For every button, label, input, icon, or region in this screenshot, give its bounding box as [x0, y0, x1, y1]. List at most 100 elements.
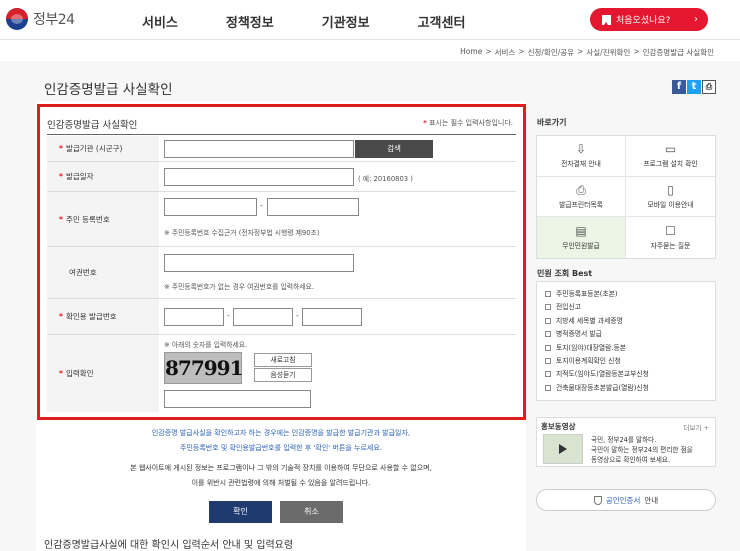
- logo-text: 정부24: [33, 12, 75, 28]
- quick-label: 무인민원발급: [562, 242, 600, 251]
- passport-hint: ※ 주민등록번호가 없는 경우 여권번호를 입력하세요.: [164, 283, 314, 291]
- issuer-label: * 발급기관 (시군구): [47, 136, 159, 161]
- issue-date-hint: ( 예: 20160803 ): [358, 175, 413, 183]
- refresh-captcha-button[interactable]: 새로고침: [254, 353, 312, 367]
- quick-mobile-guide[interactable]: ▯ 모바일 이용안내: [626, 177, 715, 218]
- list-item[interactable]: 건축물대장등초본발급(열람)신청: [545, 382, 707, 395]
- captcha-input[interactable]: [164, 390, 311, 408]
- captcha-hint: ※ 아래의 숫자를 입력하세요.: [164, 341, 248, 349]
- breadcrumb-bar: Home > 서비스 > 신청/확인/공유 > 사실/진위확인 > 인감증명발급…: [0, 44, 740, 60]
- kiosk-icon: ▤: [575, 224, 587, 239]
- quick-program-check[interactable]: ▭ 프로그램 설치 확인: [626, 136, 715, 177]
- best-title: 민원 조회 Best: [537, 269, 593, 278]
- confirm-button[interactable]: 확인: [209, 501, 272, 523]
- top-header: 정부24 서비스 정책정보 기관정보 고객센터 처음오셨나요? ›: [0, 0, 740, 40]
- guide-title: 인감증명발급사실에 대한 확인시 입력순서 안내 및 입력요령: [44, 540, 294, 551]
- dash: -: [227, 311, 230, 320]
- passport-label: 여권번호: [47, 247, 159, 298]
- bookmark-icon: [602, 14, 611, 25]
- sidebar: 바로가기 ⇩ 전자결재 안내 ▭ 프로그램 설치 확인 ⎙ 발급프린터목록 ▯ 모바일 …: [534, 101, 720, 551]
- breadcrumb-separator: >: [518, 47, 525, 56]
- quick-label: 전자결재 안내: [561, 160, 601, 169]
- share-buttons: f t ⎙: [672, 80, 716, 94]
- confirm-no-input-2[interactable]: [233, 308, 293, 326]
- issuer-row: * 발급기관 (시군구) 검색: [47, 136, 516, 162]
- quick-printer-list[interactable]: ⎙ 발급프린터목록: [537, 176, 626, 218]
- monitor-icon: ▭: [664, 142, 677, 157]
- nav-services[interactable]: 서비스: [142, 12, 178, 31]
- breadcrumb-separator: >: [633, 47, 640, 56]
- print-icon[interactable]: ⎙: [702, 80, 716, 94]
- issue-date-input[interactable]: [164, 168, 354, 186]
- captcha-label: * 입력확인: [47, 335, 159, 412]
- confirm-no-row: * 확인용 발급번호 - -: [47, 299, 516, 335]
- breadcrumb-apply[interactable]: 신청/확인/공유: [528, 47, 574, 58]
- quick-links: ⇩ 전자결재 안내 ▭ 프로그램 설치 확인 ⎙ 발급프린터목록 ▯ 모바일 이용안내 …: [536, 135, 716, 259]
- resident-no-label: * 주민 등록번호: [47, 192, 159, 246]
- twitter-icon[interactable]: t: [687, 80, 701, 94]
- breadcrumb-services[interactable]: 서비스: [495, 47, 516, 58]
- notice-line-1: 인감증명 발급사실을 확인하고자 하는 경우에는 인감증명을 발급한 발급기관과…: [151, 429, 411, 437]
- facebook-icon[interactable]: f: [672, 80, 686, 94]
- notice-line-2: 주민등록번호 및 확인용발급번호를 입력한 후 '확인' 버튼을 누르세요.: [180, 444, 382, 452]
- promo-text-line: 동영상으로 확인하여 보세요.: [591, 456, 671, 464]
- resident-no-front-input[interactable]: [164, 198, 257, 216]
- dash: -: [296, 311, 299, 320]
- passport-input[interactable]: [164, 254, 354, 272]
- confirm-no-input-3[interactable]: [302, 308, 362, 326]
- best-list: 주민등록표등본(초본) 전입신고 지방세 세목별 과세증명 병적증명서 발급 토…: [536, 281, 716, 401]
- list-item[interactable]: 지방세 세목별 과세증명: [545, 315, 707, 328]
- list-item[interactable]: 병적증명서 발급: [545, 328, 707, 341]
- list-item[interactable]: 전입신고: [545, 301, 707, 314]
- nav-customer-center[interactable]: 고객센터: [418, 12, 466, 31]
- promo-more-link[interactable]: 더보기 +: [684, 422, 709, 432]
- promo-text-line: 국민, 정부24를 말하다.: [591, 436, 657, 444]
- taegeuk-logo-icon: [6, 8, 28, 30]
- list-item[interactable]: 토지(임야)대장열람.등본: [545, 342, 707, 355]
- required-note: * 표시는 필수 입력사항입니다.: [423, 118, 513, 128]
- issue-date-label: * 발급일자: [47, 162, 159, 191]
- breadcrumb-separator: >: [485, 47, 492, 56]
- issue-date-row: * 발급일자 ( 예: 20160803 ): [47, 162, 516, 192]
- captcha-image: 877991: [164, 352, 244, 384]
- quick-faq[interactable]: ☐ 자주묻는 질문: [626, 217, 715, 258]
- chat-icon: ☐: [665, 224, 676, 239]
- gov24-logo[interactable]: 정부24: [6, 8, 75, 30]
- audio-captcha-button[interactable]: 음성듣기: [254, 368, 312, 382]
- first-visit-button[interactable]: 처음오셨나요? ›: [590, 8, 708, 31]
- printer-icon: ⎙: [576, 182, 586, 197]
- resident-no-hint: ※ 주민등록번호 수집근거 (전자정부법 시행령 제90조): [164, 229, 320, 237]
- chevron-right-icon: ›: [694, 14, 698, 25]
- promo-text: 국민, 정부24를 말하다. 국민이 말하는 정부24의 편리한 점을 동영상으…: [591, 435, 693, 465]
- first-visit-label: 처음오셨나요?: [616, 16, 671, 26]
- video-thumbnail[interactable]: [543, 434, 583, 464]
- breadcrumb-home[interactable]: Home: [460, 47, 482, 58]
- resident-no-row: * 주민 등록번호 - ※ 주민등록번호 수집근거 (전자정부법 시행령 제90조…: [47, 192, 516, 247]
- certificate-guide-button[interactable]: 공인인증서 안내: [536, 489, 716, 511]
- page-header: 인감증명발급 사실확인 f t ⎙: [0, 61, 740, 101]
- list-item[interactable]: 토지이용계획확인 신청: [545, 355, 707, 368]
- quick-kiosk[interactable]: ▤ 무인민원발급: [537, 217, 626, 258]
- promo-text-line: 국민이 말하는 정부24의 편리한 점을: [591, 446, 693, 454]
- quick-label: 발급프린터목록: [559, 200, 603, 209]
- nav-policy[interactable]: 정책정보: [226, 12, 274, 31]
- passport-row: 여권번호 ※ 주민등록번호가 없는 경우 여권번호를 입력하세요.: [47, 247, 516, 299]
- breadcrumb-separator: >: [577, 47, 584, 56]
- issuer-input[interactable]: [164, 140, 354, 158]
- legal-notice-line-2: 이를 위반시 관련법령에 의해 처벌될 수 있음을 알려드립니다.: [191, 479, 371, 487]
- nav-agency[interactable]: 기관정보: [322, 12, 370, 31]
- quick-payment-guide[interactable]: ⇩ 전자결재 안내: [537, 136, 626, 177]
- verification-form: 인감증명발급 사실확인 * 표시는 필수 입력사항입니다. * 발급기관 (시군구…: [37, 104, 526, 420]
- dash: -: [260, 201, 263, 210]
- promo-title: 홍보동영상: [541, 422, 576, 431]
- list-item[interactable]: 지적도(임야도)열람등본교부신청: [545, 368, 707, 381]
- breadcrumb-verify[interactable]: 사실/진위확인: [586, 47, 630, 58]
- resident-no-back-input[interactable]: [267, 198, 359, 216]
- shield-icon: [593, 495, 602, 505]
- search-button[interactable]: 검색: [355, 140, 433, 158]
- cancel-button[interactable]: 취소: [280, 501, 343, 523]
- breadcrumb-current: 인감증명발급 사실확인: [642, 48, 714, 57]
- quick-links-title: 바로가기: [537, 118, 567, 127]
- confirm-no-input-1[interactable]: [164, 308, 224, 326]
- list-item[interactable]: 주민등록표등본(초본): [545, 288, 707, 301]
